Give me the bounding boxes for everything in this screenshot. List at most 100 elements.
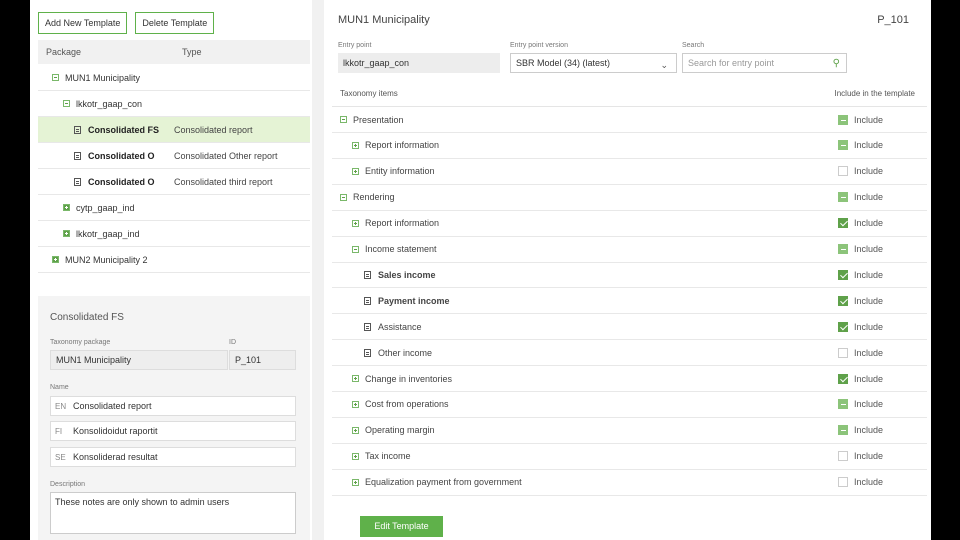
taxonomy-package-field: MUN1 Municipality <box>50 350 228 370</box>
document-icon <box>364 296 371 305</box>
include-checkbox[interactable] <box>838 244 848 254</box>
name-field-se[interactable]: SE Konsoliderad resultat <box>50 447 296 467</box>
expand-icon[interactable] <box>352 375 359 382</box>
search-label: Search <box>682 42 705 49</box>
tree-item-label: Consolidated O <box>88 150 155 161</box>
expand-icon[interactable] <box>352 167 359 175</box>
delete-template-button[interactable]: Delete Template <box>135 12 215 34</box>
name-label: Name <box>50 384 69 391</box>
tree-item-label: Consolidated FS <box>88 124 160 135</box>
search-icon[interactable]: ⚲ <box>833 55 840 73</box>
collapse-icon[interactable] <box>340 193 347 201</box>
include-toggle[interactable]: Include <box>838 244 883 254</box>
include-checkbox[interactable] <box>838 218 848 229</box>
taxonomy-item-label: Other income <box>378 347 433 358</box>
taxonomy-row: Income statement Include <box>332 237 927 263</box>
search-input[interactable]: Search for entry point ⚲ <box>682 53 847 73</box>
taxonomy-item-label: Operating margin <box>365 425 435 436</box>
expand-icon[interactable] <box>52 256 59 263</box>
tree-item-entry-point[interactable]: lkkotr_gaap_con <box>38 91 310 117</box>
tree-item-consolidated-third[interactable]: Consolidated O Consolidated third report <box>38 169 310 195</box>
taxonomy-item-label: Equalization payment from government <box>365 477 522 488</box>
taxonomy-row: Presentation Include <box>332 107 927 133</box>
include-checkbox[interactable] <box>838 166 848 177</box>
add-template-button[interactable]: Add New Template <box>38 12 128 34</box>
template-detail: Consolidated FS Taxonomy package MUN1 Mu… <box>38 296 310 540</box>
template-panel: Add New Template Delete Template Package… <box>30 0 312 540</box>
include-toggle[interactable]: Include <box>838 399 883 410</box>
include-toggle[interactable]: Include <box>838 321 884 332</box>
taxonomy-item-label: Assistance <box>378 321 422 332</box>
include-checkbox[interactable] <box>838 140 848 151</box>
include-toggle[interactable]: Include <box>838 425 883 436</box>
include-toggle[interactable]: Include <box>838 347 883 358</box>
tree-item-type: Consolidated report <box>174 124 253 135</box>
taxonomy-row: Report information Include <box>332 211 927 237</box>
id-field: P_101 <box>229 350 296 370</box>
tree-item-consolidated-other[interactable]: Consolidated O Consolidated Other report <box>38 143 310 169</box>
expand-icon[interactable] <box>352 426 359 434</box>
tree-item-label: MUN1 Municipality <box>65 72 141 83</box>
include-checkbox[interactable] <box>838 373 848 384</box>
collapse-icon[interactable] <box>63 100 70 107</box>
include-label: Include <box>854 321 884 332</box>
tree-item-consolidated-fs[interactable]: Consolidated FS Consolidated report <box>38 117 310 143</box>
tree-item-mun1[interactable]: MUN1 Municipality <box>38 65 310 91</box>
edit-template-button[interactable]: Edit Template <box>360 516 443 537</box>
include-checkbox[interactable] <box>838 321 848 332</box>
include-toggle[interactable]: Include <box>838 477 883 488</box>
taxonomy-row: Change in inventories Include <box>332 366 927 392</box>
expand-icon[interactable] <box>63 204 70 211</box>
expand-icon[interactable] <box>352 478 359 486</box>
collapse-icon[interactable] <box>52 74 59 81</box>
tree-item-mun2[interactable]: MUN2 Municipality 2 <box>38 247 310 273</box>
include-checkbox[interactable] <box>838 451 848 462</box>
include-toggle[interactable]: Include <box>838 295 883 306</box>
include-toggle[interactable]: Include <box>838 373 884 384</box>
include-checkbox[interactable] <box>838 425 848 436</box>
taxonomy-item-label: Payment income <box>378 295 450 306</box>
panel-title: MUN1 Municipality <box>338 14 430 26</box>
taxonomy-row: Payment income Include <box>332 288 927 315</box>
document-icon <box>364 270 371 279</box>
tree-item-label: Consolidated O <box>88 176 155 187</box>
expand-icon[interactable] <box>352 219 359 227</box>
entry-point-label: Entry point <box>338 42 372 49</box>
version-select[interactable]: SBR Model (34) (latest) ⌄ <box>510 53 677 73</box>
expand-icon[interactable] <box>63 230 70 237</box>
taxonomy-item-label: Change in inventories <box>365 373 453 384</box>
include-checkbox[interactable] <box>838 295 848 306</box>
name-field-en[interactable]: EN Consolidated report <box>50 396 296 416</box>
include-checkbox[interactable] <box>838 399 848 410</box>
include-checkbox[interactable] <box>838 114 848 125</box>
include-checkbox[interactable] <box>838 347 848 358</box>
include-toggle[interactable]: Include <box>838 140 883 151</box>
taxonomy-items-header: Taxonomy items <box>340 89 398 98</box>
collapse-icon[interactable] <box>352 245 359 253</box>
include-toggle[interactable]: Include <box>838 114 883 125</box>
include-checkbox[interactable] <box>838 192 848 203</box>
description-field[interactable]: These notes are only shown to admin user… <box>50 492 296 534</box>
tree-item-cytp[interactable]: cytp_gaap_ind <box>38 195 310 221</box>
include-label: Include <box>854 192 884 203</box>
name-value: Konsoliderad resultat <box>73 452 158 462</box>
include-toggle[interactable]: Include <box>838 166 883 177</box>
name-field-fi[interactable]: FI Konsolidoidut raportit <box>50 421 296 441</box>
expand-icon[interactable] <box>352 141 359 149</box>
include-toggle[interactable]: Include <box>838 218 883 229</box>
name-value: Konsolidoidut raportit <box>73 426 158 436</box>
include-toggle[interactable]: Include <box>838 192 884 203</box>
tree-item-lkkotr-ind[interactable]: lkkotr_gaap_ind <box>38 221 310 247</box>
detail-title: Consolidated FS <box>50 312 124 323</box>
include-label: Include <box>854 373 884 384</box>
taxonomy-item-label: Sales income <box>378 269 436 280</box>
include-checkbox[interactable] <box>838 477 848 488</box>
collapse-icon[interactable] <box>340 116 347 123</box>
include-toggle[interactable]: Include <box>838 269 883 280</box>
document-icon <box>74 177 81 186</box>
expand-icon[interactable] <box>352 452 359 460</box>
include-checkbox[interactable] <box>838 269 848 280</box>
include-toggle[interactable]: Include <box>838 451 883 462</box>
id-label: ID <box>229 339 236 346</box>
expand-icon[interactable] <box>352 400 359 408</box>
